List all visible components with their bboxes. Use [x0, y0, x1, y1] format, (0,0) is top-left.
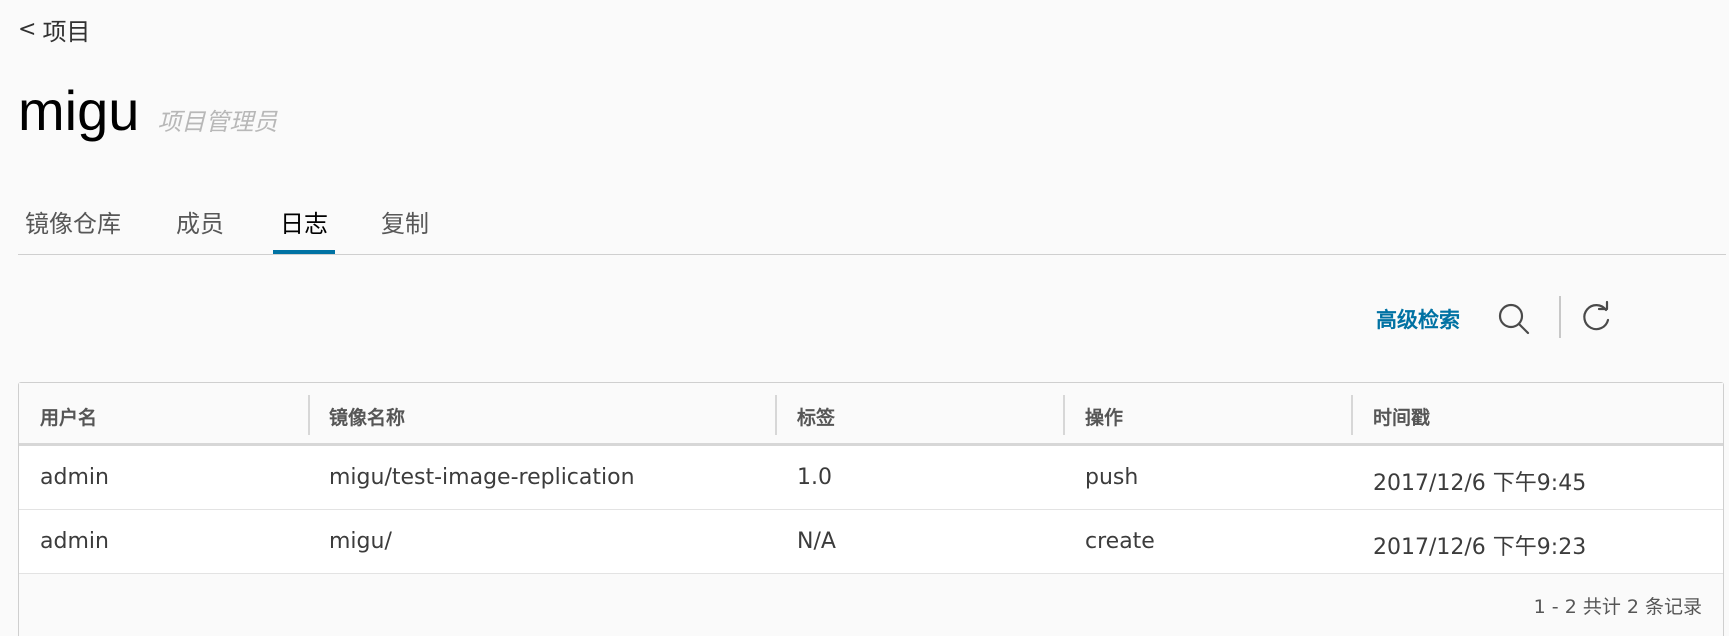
cell-repository: migu/test-image-replication	[329, 465, 635, 490]
back-to-projects-link[interactable]: < 项目	[18, 12, 90, 47]
cell-tag: 1.0	[797, 465, 832, 490]
tab-members[interactable]: 成员	[169, 204, 231, 254]
table-footer: 1 - 2 共计 2 条记录	[19, 574, 1723, 636]
cell-username: admin	[40, 529, 109, 554]
role-label: 项目管理员	[157, 108, 278, 136]
project-header: migu 项目管理员	[18, 78, 277, 143]
chevron-left-icon: <	[18, 17, 37, 42]
column-separator[interactable]	[775, 395, 777, 435]
column-separator[interactable]	[308, 395, 310, 435]
table-row: admin migu/test-image-replication 1.0 pu…	[19, 446, 1723, 510]
search-icon[interactable]	[1497, 302, 1533, 338]
column-separator[interactable]	[1063, 395, 1065, 435]
column-header-tag[interactable]: 标签	[797, 403, 835, 430]
tab-logs[interactable]: 日志	[273, 204, 335, 254]
toolbar-divider	[1559, 296, 1561, 338]
table-row: admin migu/ N/A create 2017/12/6 下午9:23	[19, 510, 1723, 574]
column-header-timestamp[interactable]: 时间戳	[1373, 403, 1430, 430]
cell-repository: migu/	[329, 529, 392, 554]
refresh-icon[interactable]	[1579, 300, 1613, 334]
column-header-operation[interactable]: 操作	[1085, 403, 1123, 430]
log-toolbar: 高级检索	[1309, 296, 1729, 342]
tab-replication[interactable]: 复制	[374, 204, 436, 254]
advanced-search-link[interactable]: 高级检索	[1376, 304, 1460, 334]
column-header-repository[interactable]: 镜像名称	[329, 403, 405, 430]
cell-operation: create	[1085, 529, 1155, 554]
column-separator[interactable]	[1351, 395, 1353, 435]
cell-operation: push	[1085, 465, 1139, 490]
logs-page: < 项目 migu 项目管理员 镜像仓库 成员 日志 复制 高级检索 用户名 镜…	[0, 0, 1729, 636]
log-table: 用户名 镜像名称 标签 操作 时间戳 admin migu/test-image…	[18, 382, 1724, 636]
column-header-username[interactable]: 用户名	[40, 403, 97, 430]
tab-bar: 镜像仓库 成员 日志 复制	[18, 196, 1726, 255]
cell-username: admin	[40, 465, 109, 490]
cell-timestamp: 2017/12/6 下午9:45	[1373, 471, 1587, 496]
record-count: 1 - 2 共计 2 条记录	[1533, 596, 1702, 618]
cell-timestamp: 2017/12/6 下午9:23	[1373, 535, 1587, 560]
page-title: migu	[18, 79, 140, 142]
tab-repositories[interactable]: 镜像仓库	[18, 204, 128, 254]
table-header: 用户名 镜像名称 标签 操作 时间戳	[19, 383, 1723, 446]
back-link-label: 项目	[42, 18, 91, 46]
cell-tag: N/A	[797, 529, 836, 554]
